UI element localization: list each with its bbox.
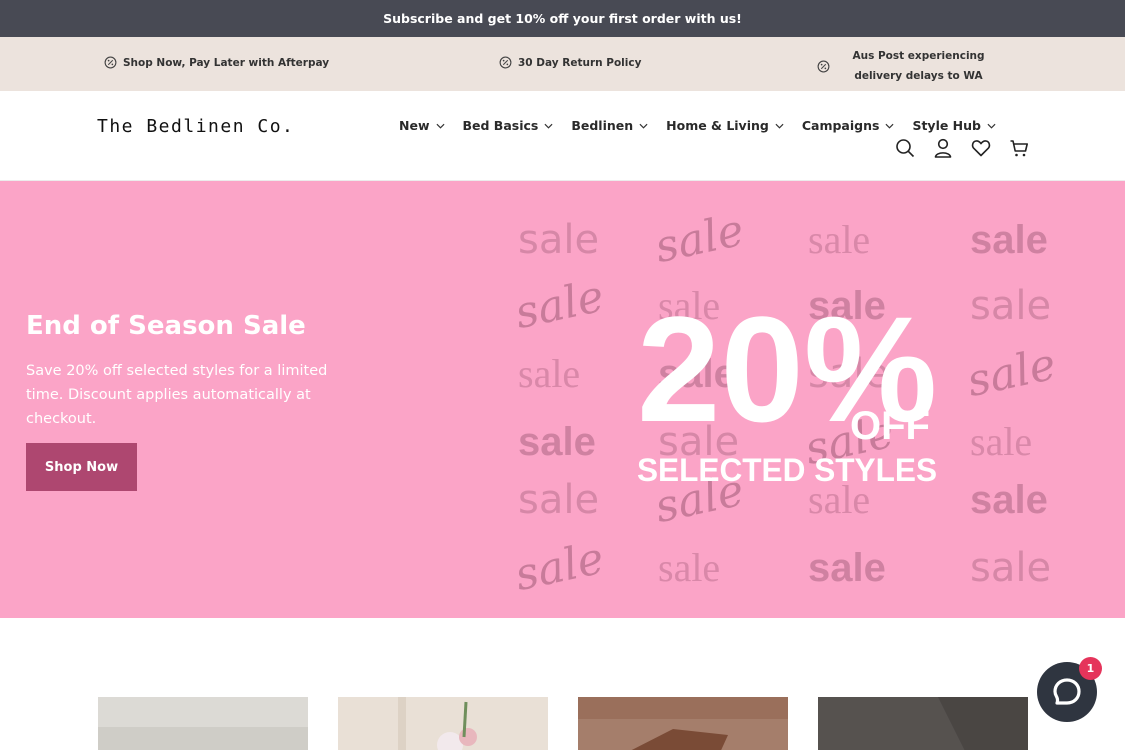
sale-pattern-word: sale (963, 339, 1061, 407)
main-nav: New Bed Basics Bedlinen Home & Living Ca… (399, 118, 1014, 133)
percent-badge-icon (104, 56, 117, 69)
search-icon[interactable] (895, 138, 915, 158)
hero-description: Save 20% off selected styles for a limit… (26, 363, 328, 427)
usp-bar: Shop Now, Pay Later with Afterpay 30 Day… (0, 37, 1125, 91)
category-tile-image[interactable] (338, 697, 548, 750)
sale-pattern-word: sale (808, 217, 870, 262)
sale-pattern-word: sale (808, 546, 886, 590)
sale-pattern-word: sale (970, 283, 1051, 329)
sale-pattern-word: sale (518, 351, 580, 396)
sale-pattern-word: sale (518, 477, 599, 523)
nav-label: New (399, 118, 430, 133)
wishlist-heart-icon[interactable] (971, 138, 991, 158)
usp-returns: 30 Day Return Policy (499, 56, 641, 69)
sale-pattern-word: sale (511, 533, 609, 601)
cart-icon[interactable] (1009, 138, 1029, 158)
chevron-down-icon (987, 123, 996, 129)
nav-item-campaigns[interactable]: Campaigns (802, 118, 895, 133)
nav-label: Style Hub (912, 118, 981, 133)
usp-delivery: Aus Post experiencing delivery delays to… (817, 46, 1001, 86)
promo-off: OFF (850, 404, 930, 448)
usp-afterpay: Shop Now, Pay Later with Afterpay (104, 56, 329, 69)
sale-pattern-word: sale (511, 271, 609, 339)
nav-label: Home & Living (666, 118, 769, 133)
sale-pattern-word: sale (651, 205, 749, 273)
announcement-bar[interactable]: Subscribe and get 10% off your first ord… (0, 0, 1125, 37)
sale-pattern-word: sale (518, 420, 596, 464)
chevron-down-icon (885, 123, 894, 129)
sale-pattern-word: sale (970, 218, 1048, 262)
sale-pattern-word: sale (970, 478, 1048, 522)
category-tile-image[interactable] (98, 697, 308, 750)
sale-promo-graphic: sale sale sale sale sale sale sale sale sale sale… (511, 205, 1061, 601)
site-logo[interactable]: The Bedlinen Co. (97, 116, 294, 137)
header-icons (895, 138, 1047, 158)
sale-pattern-word: sale (658, 545, 720, 590)
chevron-down-icon (639, 123, 648, 129)
sale-pattern-word: sale (970, 545, 1051, 591)
sale-pattern-word: sale (970, 419, 1032, 464)
chevron-down-icon (544, 123, 553, 129)
nav-label: Campaigns (801, 118, 880, 133)
percent-badge-icon (817, 60, 830, 72)
account-icon[interactable] (933, 138, 953, 158)
nav-label: Bedlinen (571, 118, 634, 133)
usp-label: Aus Post experiencing delivery delays to… (852, 50, 985, 82)
nav-item-bedlinen[interactable]: Bedlinen (571, 118, 648, 133)
sale-pattern-word: sale (518, 217, 599, 263)
promo-subtitle: SELECTED STYLES (637, 452, 937, 488)
category-tile-image[interactable] (578, 697, 788, 750)
nav-item-new[interactable]: New (399, 118, 445, 133)
shop-now-button[interactable]: Shop Now (26, 443, 137, 491)
hero-banner: End of Season Sale Save 20% off selected… (0, 181, 1125, 618)
nav-item-bed-basics[interactable]: Bed Basics (463, 118, 554, 133)
announcement-text: Subscribe and get 10% off your first ord… (383, 11, 742, 26)
chevron-down-icon (435, 123, 445, 129)
nav-label: Bed Basics (462, 118, 539, 133)
percent-badge-icon (499, 56, 512, 69)
chevron-down-icon (775, 123, 784, 129)
usp-label: 30 Day Return Policy (518, 56, 642, 69)
usp-label: Shop Now, Pay Later with Afterpay (123, 56, 330, 69)
site-header: The Bedlinen Co. New Bed Basics Bedlinen… (0, 91, 1125, 181)
chat-bubble-icon (1053, 678, 1081, 705)
nav-item-home-living[interactable]: Home & Living (666, 118, 784, 133)
nav-item-style-hub[interactable]: Style Hub (912, 118, 996, 133)
chat-notification-badge: 1 (1079, 657, 1102, 680)
category-tile-image[interactable] (818, 697, 1028, 750)
hero-title: End of Season Sale (26, 311, 306, 341)
